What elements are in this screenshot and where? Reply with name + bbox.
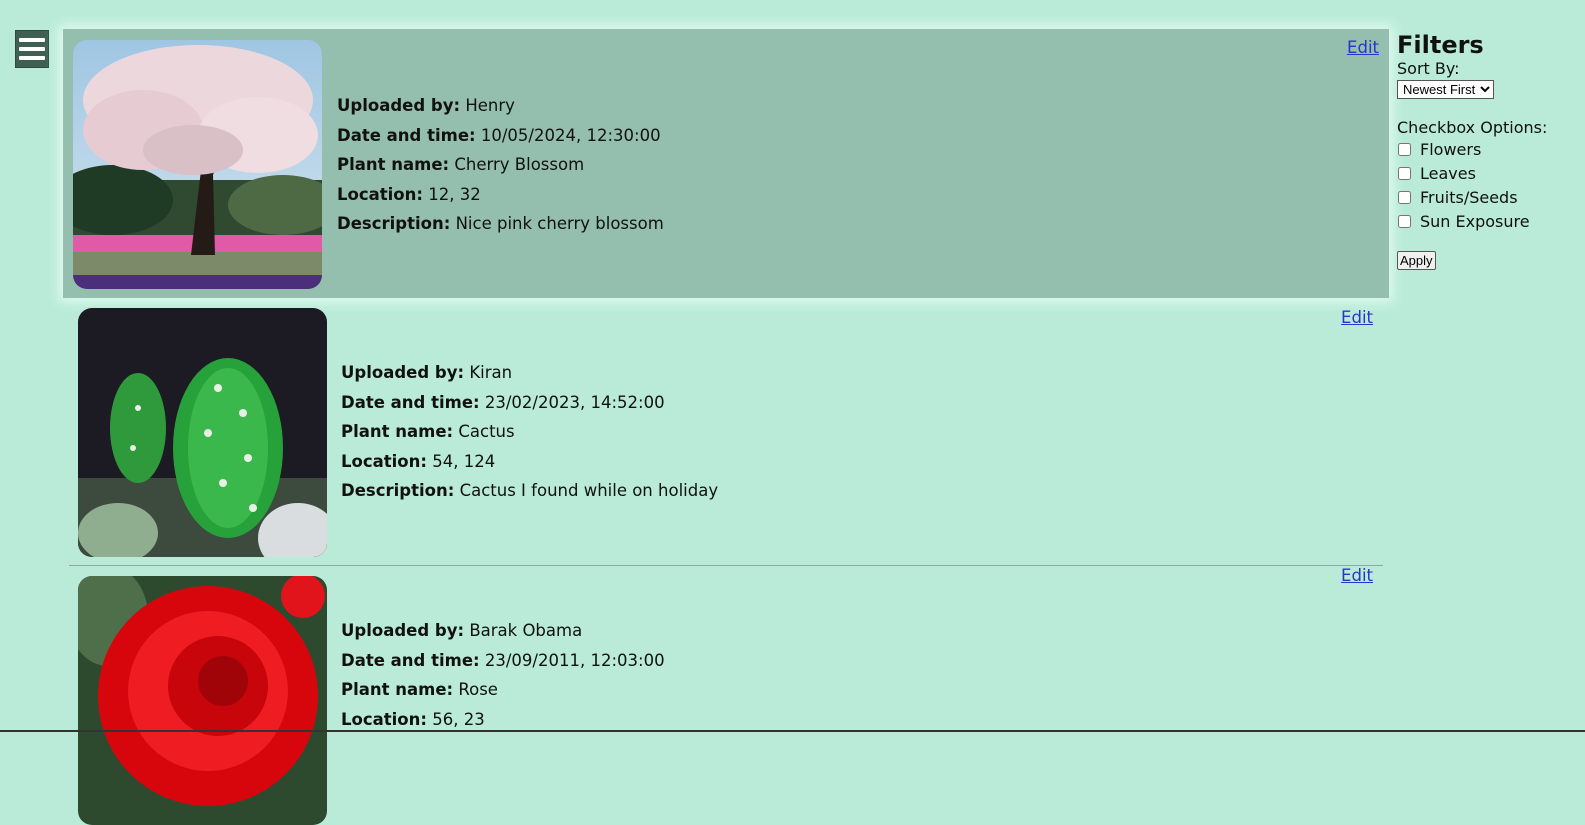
cactus-photo xyxy=(78,308,327,557)
post-card[interactable]: Uploaded by: Henry Date and time: 10/05/… xyxy=(63,29,1389,298)
checkbox-options-label: Checkbox Options: xyxy=(1397,118,1548,137)
post-card[interactable]: Uploaded by: Barak Obama Date and time: … xyxy=(69,566,1383,825)
uploaded-by-row: Uploaded by: Kiran xyxy=(341,358,718,388)
plant-name-value: Cherry Blossom xyxy=(454,155,585,174)
plant-name-value: Rose xyxy=(458,680,498,699)
datetime-label: Date and time: xyxy=(341,392,480,412)
edit-link[interactable]: Edit xyxy=(1347,38,1379,57)
description-label: Description: xyxy=(341,481,455,500)
apply-button[interactable]: Apply xyxy=(1397,251,1436,270)
post-details: Uploaded by: Barak Obama Date and time: … xyxy=(341,616,665,734)
sort-select[interactable]: Newest First xyxy=(1397,80,1494,99)
rose-photo xyxy=(78,576,327,825)
filter-option-sun-exposure[interactable]: Sun Exposure xyxy=(1397,209,1577,233)
datetime-value: 23/09/2011, 12:03:00 xyxy=(484,650,665,670)
filter-option-label: Flowers xyxy=(1420,139,1482,159)
location-value: 54, 124 xyxy=(432,451,496,471)
plant-name-label: Plant name: xyxy=(341,422,454,441)
uploaded-by-value: Henry xyxy=(465,96,515,115)
plant-name-label: Plant name: xyxy=(341,680,454,699)
edit-link[interactable]: Edit xyxy=(1341,308,1373,327)
location-value: 12, 32 xyxy=(428,184,481,204)
description-label: Description: xyxy=(337,214,451,233)
datetime-label: Date and time: xyxy=(341,650,480,670)
hamburger-menu-icon[interactable] xyxy=(15,30,49,68)
description-row: Description: Cactus I found while on hol… xyxy=(341,476,718,506)
filter-option-label: Fruits/Seeds xyxy=(1420,187,1518,207)
datetime-value: 10/05/2024, 12:30:00 xyxy=(480,125,661,145)
uploaded-by-label: Uploaded by: xyxy=(337,96,461,115)
bottom-divider xyxy=(0,730,1585,732)
filter-option-label: Sun Exposure xyxy=(1420,211,1530,231)
uploaded-by-row: Uploaded by: Barak Obama xyxy=(341,616,665,646)
location-value: 56, 23 xyxy=(432,709,485,729)
location-label: Location: xyxy=(341,451,427,471)
location-label: Location: xyxy=(341,709,427,729)
filter-option-fruits-seeds[interactable]: Fruits/Seeds xyxy=(1397,185,1577,209)
location-row: Location: 54, 124 xyxy=(341,447,718,477)
plant-name-row: Plant name: Cherry Blossom xyxy=(337,150,664,180)
post-details: Uploaded by: Kiran Date and time: 23/02/… xyxy=(341,358,718,506)
menu-bar xyxy=(19,56,45,60)
post-details: Uploaded by: Henry Date and time: 10/05/… xyxy=(337,91,664,239)
edit-link[interactable]: Edit xyxy=(1341,566,1373,585)
filter-option-flowers[interactable]: Flowers xyxy=(1397,137,1577,161)
flowers-checkbox[interactable] xyxy=(1398,142,1411,156)
filter-option-leaves[interactable]: Leaves xyxy=(1397,161,1577,185)
location-row: Location: 12, 32 xyxy=(337,180,664,210)
filters-panel: Filters Sort By: Newest First Checkbox O… xyxy=(1397,30,1577,270)
filters-title: Filters xyxy=(1397,31,1484,59)
uploaded-by-label: Uploaded by: xyxy=(341,621,465,640)
datetime-row: Date and time: 23/02/2023, 14:52:00 xyxy=(341,388,718,418)
plant-name-row: Plant name: Rose xyxy=(341,675,665,705)
location-label: Location: xyxy=(337,184,423,204)
plant-name-value: Cactus xyxy=(458,422,515,441)
datetime-value: 23/02/2023, 14:52:00 xyxy=(484,392,665,412)
cherry-blossom-photo xyxy=(73,40,322,289)
leaves-checkbox[interactable] xyxy=(1398,166,1411,180)
plant-name-row: Plant name: Cactus xyxy=(341,417,718,447)
menu-bar xyxy=(19,47,45,51)
filter-option-label: Leaves xyxy=(1420,163,1476,183)
description-value: Nice pink cherry blossom xyxy=(455,214,664,233)
uploaded-by-value: Kiran xyxy=(469,363,513,382)
post-list: Uploaded by: Henry Date and time: 10/05/… xyxy=(63,29,1389,825)
datetime-row: Date and time: 10/05/2024, 12:30:00 xyxy=(337,121,664,151)
datetime-row: Date and time: 23/09/2011, 12:03:00 xyxy=(341,646,665,676)
fruits-seeds-checkbox[interactable] xyxy=(1398,190,1411,204)
menu-bar xyxy=(19,38,45,42)
description-row: Description: Nice pink cherry blossom xyxy=(337,209,664,239)
uploaded-by-row: Uploaded by: Henry xyxy=(337,91,664,121)
sun-exposure-checkbox[interactable] xyxy=(1398,214,1411,228)
uploaded-by-value: Barak Obama xyxy=(469,621,583,640)
datetime-label: Date and time: xyxy=(337,125,476,145)
uploaded-by-label: Uploaded by: xyxy=(341,363,465,382)
description-value: Cactus I found while on holiday xyxy=(459,481,719,500)
post-card[interactable]: Uploaded by: Kiran Date and time: 23/02/… xyxy=(69,308,1383,566)
sort-by-label: Sort By: xyxy=(1397,59,1460,78)
plant-name-label: Plant name: xyxy=(337,155,450,174)
